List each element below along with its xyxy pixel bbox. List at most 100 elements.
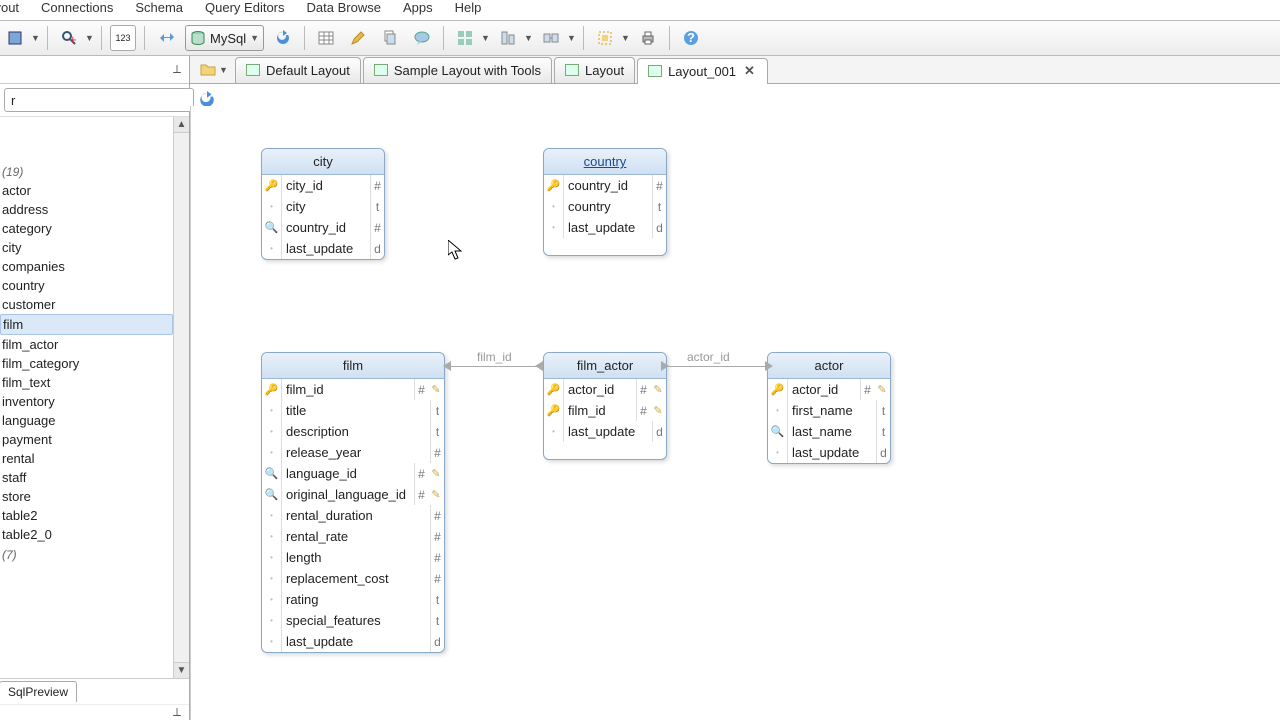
column-last_update[interactable]: • last_update d xyxy=(544,421,666,442)
numeric-button[interactable]: 123 xyxy=(110,25,136,51)
grid-button[interactable] xyxy=(452,25,478,51)
pin-icon[interactable]: ⟂ xyxy=(173,705,181,720)
toolbar-btn-1[interactable] xyxy=(2,25,28,51)
entity-actor[interactable]: actor 🔑 actor_id # ✎ • first_name t 🔍 la… xyxy=(767,352,891,464)
menu-schema[interactable]: Schema xyxy=(135,0,183,15)
entity-title[interactable]: film xyxy=(262,353,444,379)
entity-title[interactable]: city xyxy=(262,149,384,175)
tree-item-staff[interactable]: staff xyxy=(0,468,173,487)
tree-item-table2[interactable]: table2 xyxy=(0,506,173,525)
edit-button[interactable] xyxy=(345,25,371,51)
comment-button[interactable] xyxy=(409,25,435,51)
column-rental_duration[interactable]: • rental_duration # xyxy=(262,505,444,526)
tree-filter-input[interactable] xyxy=(4,88,194,112)
column-replacement_cost[interactable]: • replacement_cost # xyxy=(262,568,444,589)
column-special_features[interactable]: • special_features t xyxy=(262,610,444,631)
tree-item-companies[interactable]: companies xyxy=(0,257,173,276)
tree-item-language[interactable]: language xyxy=(0,411,173,430)
schema-tree[interactable]: (19)actoraddresscategorycitycompaniescou… xyxy=(0,117,173,678)
print-button[interactable] xyxy=(635,25,661,51)
layout-button[interactable] xyxy=(592,25,618,51)
scroll-down-icon[interactable]: ▼ xyxy=(174,662,189,678)
column-last_update[interactable]: • last_update d xyxy=(768,442,890,463)
entity-city[interactable]: city 🔑 city_id # • city t 🔍 country_id #… xyxy=(261,148,385,260)
column-actor_id[interactable]: 🔑 actor_id # ✎ xyxy=(768,379,890,400)
tree-item-rental[interactable]: rental xyxy=(0,449,173,468)
column-first_name[interactable]: • first_name t xyxy=(768,400,890,421)
column-title[interactable]: • title t xyxy=(262,400,444,421)
column-last_update[interactable]: • last_update d xyxy=(544,217,666,238)
sql-preview-tab[interactable]: SqlPreview xyxy=(0,681,77,702)
entity-film[interactable]: film 🔑 film_id # ✎ • title t • descripti… xyxy=(261,352,445,653)
entity-title[interactable]: actor xyxy=(768,353,890,379)
dropdown-arrow-icon[interactable]: ▼ xyxy=(481,33,489,43)
column-film_id[interactable]: 🔑 film_id # ✎ xyxy=(544,400,666,421)
menu-query-editors[interactable]: Query Editors xyxy=(205,0,284,15)
column-last_name[interactable]: 🔍 last_name t xyxy=(768,421,890,442)
db-engine-select[interactable]: MySql ▼ xyxy=(185,25,264,51)
folder-icon[interactable] xyxy=(200,62,216,78)
help-button[interactable]: ? xyxy=(678,25,704,51)
entity-title[interactable]: film_actor xyxy=(544,353,666,379)
column-rating[interactable]: • rating t xyxy=(262,589,444,610)
column-language_id[interactable]: 🔍 language_id # ✎ xyxy=(262,463,444,484)
column-country_id[interactable]: 🔑 country_id # xyxy=(544,175,666,196)
scrollbar[interactable]: ▲ ▼ xyxy=(173,117,189,678)
tree-item-table2_0[interactable]: table2_0 xyxy=(0,525,173,544)
refresh-button[interactable] xyxy=(270,25,296,51)
copy-button[interactable] xyxy=(377,25,403,51)
tree-item-customer[interactable]: customer xyxy=(0,295,173,314)
sync-button[interactable] xyxy=(153,25,179,51)
tab-layout[interactable]: Layout xyxy=(554,57,635,83)
tree-item-film_actor[interactable]: film_actor xyxy=(0,335,173,354)
column-last_update[interactable]: • last_update d xyxy=(262,238,384,259)
column-country[interactable]: • country t xyxy=(544,196,666,217)
column-description[interactable]: • description t xyxy=(262,421,444,442)
column-release_year[interactable]: • release_year # xyxy=(262,442,444,463)
align-button[interactable] xyxy=(495,25,521,51)
dropdown-arrow-icon[interactable]: ▼ xyxy=(219,65,227,75)
tree-item-city[interactable]: city xyxy=(0,238,173,257)
menu-data-browse[interactable]: Data Browse xyxy=(307,0,381,15)
tree-item-category[interactable]: category xyxy=(0,219,173,238)
dropdown-arrow-icon[interactable]: ▼ xyxy=(85,33,93,43)
tree-item-film_text[interactable]: film_text xyxy=(0,373,173,392)
column-rental_rate[interactable]: • rental_rate # xyxy=(262,526,444,547)
column-film_id[interactable]: 🔑 film_id # ✎ xyxy=(262,379,444,400)
column-last_update[interactable]: • last_update d xyxy=(262,631,444,652)
entity-title[interactable]: country xyxy=(544,149,666,175)
dropdown-arrow-icon[interactable]: ▼ xyxy=(524,33,532,43)
tree-item-actor[interactable]: actor xyxy=(0,181,173,200)
tree-item-payment[interactable]: payment xyxy=(0,430,173,449)
dropdown-arrow-icon[interactable]: ▼ xyxy=(31,33,39,43)
close-icon[interactable]: ✕ xyxy=(742,63,757,79)
tree-item-film[interactable]: film xyxy=(0,314,173,335)
column-country_id[interactable]: 🔍 country_id # xyxy=(262,217,384,238)
tab-default-layout[interactable]: Default Layout xyxy=(235,57,361,83)
group-button[interactable] xyxy=(538,25,564,51)
tree-item-inventory[interactable]: inventory xyxy=(0,392,173,411)
table-button[interactable] xyxy=(313,25,339,51)
tree-item-store[interactable]: store xyxy=(0,487,173,506)
column-city_id[interactable]: 🔑 city_id # xyxy=(262,175,384,196)
zoom-button[interactable]: + xyxy=(56,25,82,51)
tab-sample-layout[interactable]: Sample Layout with Tools xyxy=(363,57,552,83)
entity-country[interactable]: country 🔑 country_id # • country t • las… xyxy=(543,148,667,256)
menu-help[interactable]: Help xyxy=(455,0,482,15)
dropdown-arrow-icon[interactable]: ▼ xyxy=(567,33,575,43)
diagram-canvas[interactable]: city 🔑 city_id # • city t 🔍 country_id #… xyxy=(190,106,1280,720)
column-length[interactable]: • length # xyxy=(262,547,444,568)
column-original_language_id[interactable]: 🔍 original_language_id # ✎ xyxy=(262,484,444,505)
pin-icon[interactable]: ⟂ xyxy=(173,62,181,77)
entity-film_actor[interactable]: film_actor 🔑 actor_id # ✎ 🔑 film_id # ✎ … xyxy=(543,352,667,460)
tab-layout-001[interactable]: Layout_001✕ xyxy=(637,58,768,84)
menu-layout[interactable]: Layout xyxy=(0,0,19,15)
scroll-up-icon[interactable]: ▲ xyxy=(174,117,189,133)
tree-item-film_category[interactable]: film_category xyxy=(0,354,173,373)
tree-item-address[interactable]: address xyxy=(0,200,173,219)
menu-connections[interactable]: Connections xyxy=(41,0,113,15)
column-city[interactable]: • city t xyxy=(262,196,384,217)
menu-apps[interactable]: Apps xyxy=(403,0,433,15)
dropdown-arrow-icon[interactable]: ▼ xyxy=(621,33,629,43)
tree-item-country[interactable]: country xyxy=(0,276,173,295)
